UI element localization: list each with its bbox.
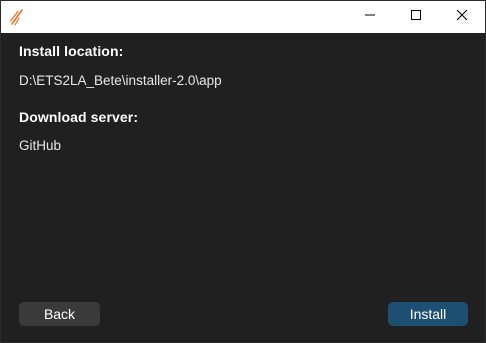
app-logo-icon bbox=[9, 8, 25, 26]
title-bar[interactable] bbox=[1, 1, 485, 33]
download-server-label: Download server: bbox=[19, 109, 139, 125]
install-button[interactable]: Install bbox=[388, 302, 468, 326]
download-server-value: GitHub bbox=[19, 138, 62, 153]
close-icon bbox=[456, 8, 468, 26]
close-button[interactable] bbox=[439, 1, 485, 33]
maximize-button[interactable] bbox=[393, 1, 439, 33]
back-button[interactable]: Back bbox=[19, 302, 100, 326]
maximize-icon bbox=[410, 8, 422, 26]
install-location-label: Install location: bbox=[19, 43, 124, 59]
minimize-icon bbox=[364, 8, 376, 26]
install-location-value: D:\ETS2LA_Bete\installer-2.0\app bbox=[19, 73, 222, 88]
installer-window: Install location: D:\ETS2LA_Bete\install… bbox=[0, 0, 486, 343]
minimize-button[interactable] bbox=[347, 1, 393, 33]
